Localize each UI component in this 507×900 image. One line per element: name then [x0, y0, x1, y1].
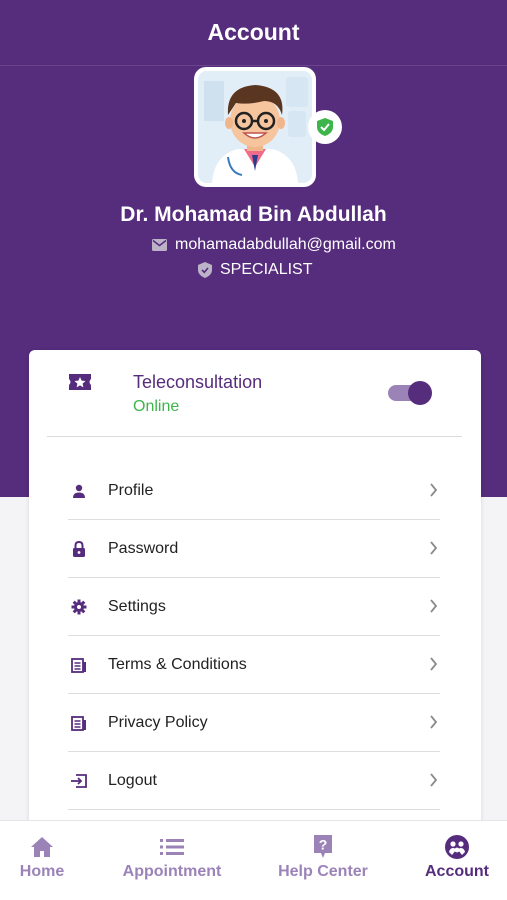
menu-item-terms[interactable]: Terms & Conditions — [68, 636, 440, 694]
teleconsultation-status: Online — [133, 398, 180, 415]
lock-icon — [70, 540, 88, 558]
verified-shield-icon — [317, 118, 333, 136]
verified-badge — [308, 110, 342, 144]
tab-label: Home — [19, 863, 65, 880]
person-icon — [70, 482, 88, 500]
avatar — [194, 67, 316, 187]
shield-check-icon — [198, 262, 212, 278]
document-icon — [70, 714, 88, 732]
chevron-right-icon — [429, 773, 438, 792]
svg-text:?: ? — [319, 837, 328, 853]
tab-label: Account — [425, 863, 489, 880]
menu-item-label: Password — [108, 539, 179, 557]
account-card: Teleconsultation Online Profile Password — [29, 350, 481, 830]
teleconsultation-row: Teleconsultation Online — [29, 350, 481, 436]
tab-label: Appointment — [122, 863, 222, 880]
ticket-star-icon — [67, 372, 93, 397]
list-icon — [160, 835, 184, 859]
chevron-right-icon — [429, 541, 438, 560]
toggle-knob — [408, 381, 432, 405]
chevron-right-icon — [429, 599, 438, 618]
email-line: mohamadabdullah@gmail.com — [152, 236, 396, 254]
menu-item-logout[interactable]: Logout — [68, 752, 440, 810]
menu-item-label: Profile — [108, 481, 154, 499]
tab-appointment[interactable]: Appointment — [118, 821, 226, 900]
chevron-right-icon — [429, 715, 438, 734]
mail-icon — [152, 239, 167, 251]
role-text: SPECIALIST — [220, 261, 313, 278]
menu-item-settings[interactable]: Settings — [68, 578, 440, 636]
doctor-avatar-icon — [198, 71, 312, 183]
document-icon — [70, 656, 88, 674]
menu-item-label: Logout — [108, 771, 157, 789]
tab-label: Help Center — [278, 863, 368, 880]
teleconsultation-title: Teleconsultation — [133, 372, 263, 392]
menu-item-label: Terms & Conditions — [108, 655, 247, 673]
divider — [47, 436, 462, 437]
menu-item-privacy[interactable]: Privacy Policy — [68, 694, 440, 752]
question-icon: ? — [312, 835, 334, 859]
doctor-name: Dr. Mohamad Bin Abdullah — [120, 203, 387, 226]
logout-icon — [70, 772, 88, 790]
tab-account[interactable]: Account — [420, 821, 494, 900]
role-line: SPECIALIST — [198, 261, 312, 279]
page-title: Account — [0, 0, 507, 66]
menu-item-label: Settings — [108, 597, 166, 615]
gear-icon — [70, 598, 88, 616]
account-icon — [444, 835, 470, 859]
bottom-tab-bar: Home Appointment ? Help Center Account — [0, 820, 507, 900]
menu-item-label: Privacy Policy — [108, 713, 208, 731]
tab-help-center[interactable]: ? Help Center — [274, 821, 372, 900]
chevron-right-icon — [429, 483, 438, 502]
email-text: mohamadabdullah@gmail.com — [175, 236, 396, 253]
teleconsultation-toggle[interactable] — [388, 381, 432, 405]
home-icon — [30, 835, 54, 859]
account-menu: Profile Password Settings Terms & Condit… — [68, 462, 440, 810]
tab-home[interactable]: Home — [12, 821, 72, 900]
chevron-right-icon — [429, 657, 438, 676]
menu-item-profile[interactable]: Profile — [68, 462, 440, 520]
menu-item-password[interactable]: Password — [68, 520, 440, 578]
